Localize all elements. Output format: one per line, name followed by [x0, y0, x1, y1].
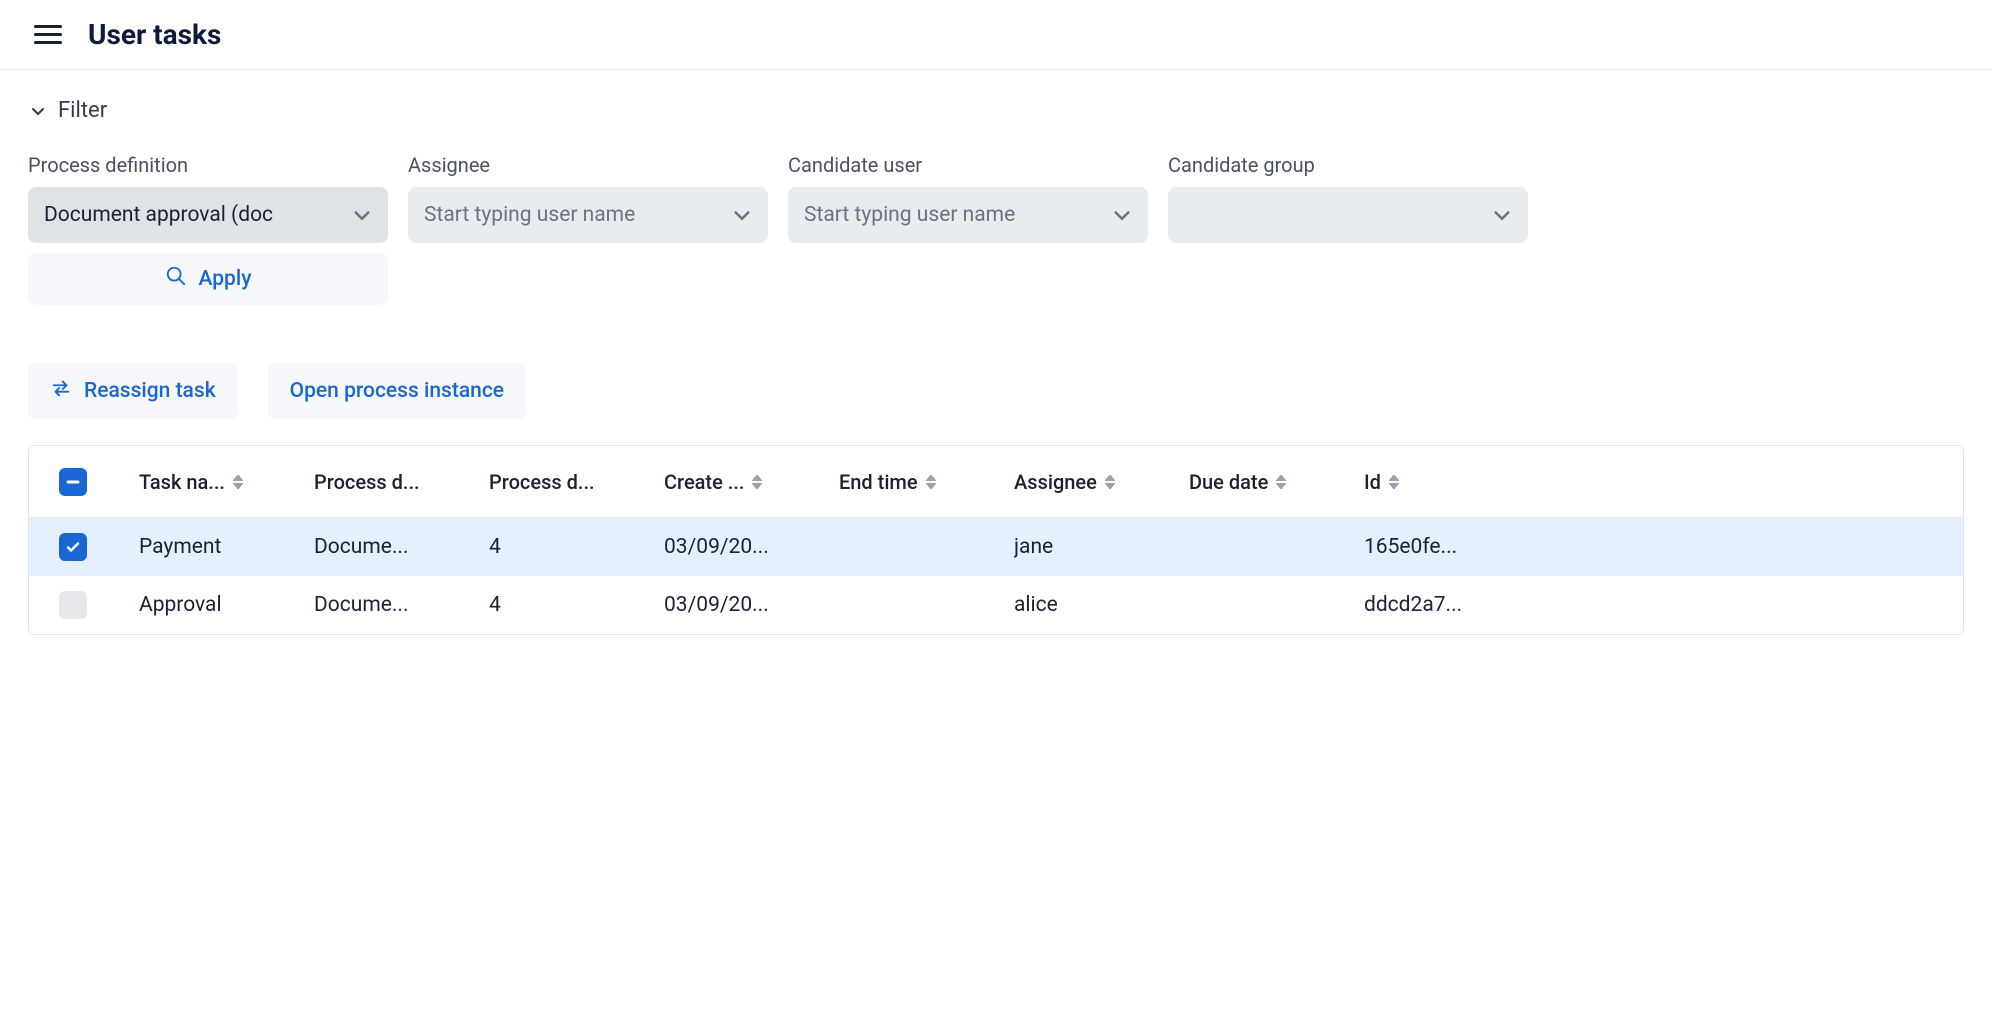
cell-task_name: Approval — [139, 579, 314, 631]
chevron-down-icon — [1112, 205, 1132, 225]
col-due[interactable]: Due date — [1189, 450, 1364, 514]
sort-icon — [1389, 475, 1399, 489]
cell-task_name: Payment — [139, 521, 314, 573]
col-process-def-ver[interactable]: Process d... — [489, 450, 664, 514]
filter-process-definition: Process definition Document approval (do… — [28, 153, 388, 305]
assignee-placeholder: Start typing user name — [424, 203, 635, 227]
cell-id: 165e0fe... — [1364, 521, 1963, 573]
cell-assignee: alice — [1014, 579, 1189, 631]
candidate-user-placeholder: Start typing user name — [804, 203, 1015, 227]
cell-id: ddcd2a7... — [1364, 579, 1963, 631]
filter-label-assignee: Assignee — [408, 153, 768, 177]
cell-process_def: Docume... — [314, 579, 489, 631]
select-all-cell — [29, 468, 139, 496]
filter-candidate-group: Candidate group — [1168, 153, 1528, 305]
apply-label: Apply — [199, 267, 252, 291]
cell-process_def_ver: 4 — [489, 579, 664, 631]
sort-icon — [926, 475, 936, 489]
row-checkbox[interactable] — [59, 533, 87, 561]
col-task-name[interactable]: Task na... — [139, 450, 314, 514]
cell-create: 03/09/20... — [664, 579, 839, 631]
cell-process_def: Docume... — [314, 521, 489, 573]
table-row[interactable]: PaymentDocume...403/09/20... jane 165e0fe.… — [29, 518, 1963, 576]
row-select-cell — [29, 591, 139, 619]
process-definition-value: Document approval (doc — [44, 203, 273, 227]
col-id[interactable]: Id — [1364, 450, 1963, 514]
chevron-down-icon — [1492, 205, 1512, 225]
table-row[interactable]: ApprovalDocume...403/09/20... alice ddcd2a… — [29, 576, 1963, 634]
candidate-group-select[interactable] — [1168, 187, 1528, 243]
row-select-cell — [29, 533, 139, 561]
col-assignee[interactable]: Assignee — [1014, 450, 1189, 514]
cell-due — [1189, 533, 1364, 561]
filter-label: Filter — [58, 98, 107, 123]
apply-button[interactable]: Apply — [28, 253, 388, 305]
actions-row: Reassign task Open process instance — [28, 363, 1964, 419]
sort-icon — [752, 475, 762, 489]
col-create[interactable]: Create ... — [664, 450, 839, 514]
cell-create: 03/09/20... — [664, 521, 839, 573]
chevron-down-icon — [732, 205, 752, 225]
filter-label-candidate-group: Candidate group — [1168, 153, 1528, 177]
content: Filter Process definition Document appro… — [0, 70, 1992, 675]
reassign-label: Reassign task — [84, 379, 216, 403]
sort-icon — [1105, 475, 1115, 489]
process-definition-select[interactable]: Document approval (doc — [28, 187, 388, 243]
chevron-down-icon — [352, 205, 372, 225]
topbar: User tasks — [0, 0, 1992, 70]
sort-icon — [1276, 475, 1286, 489]
filters-row: Process definition Document approval (do… — [28, 153, 1964, 305]
page-title: User tasks — [88, 18, 221, 51]
open-process-instance-button[interactable]: Open process instance — [268, 363, 526, 419]
swap-icon — [50, 377, 72, 405]
cell-process_def_ver: 4 — [489, 521, 664, 573]
cell-assignee: jane — [1014, 521, 1189, 573]
cell-end — [839, 591, 1014, 619]
assignee-select[interactable]: Start typing user name — [408, 187, 768, 243]
search-icon — [165, 265, 187, 293]
candidate-user-select[interactable]: Start typing user name — [788, 187, 1148, 243]
open-instance-label: Open process instance — [290, 379, 504, 403]
filter-toggle[interactable]: Filter — [28, 98, 1964, 123]
filter-label-candidate-user: Candidate user — [788, 153, 1148, 177]
filter-label-process-definition: Process definition — [28, 153, 388, 177]
col-process-def[interactable]: Process d... — [314, 450, 489, 514]
select-all-checkbox[interactable] — [59, 468, 87, 496]
chevron-down-icon — [30, 103, 46, 119]
row-checkbox[interactable] — [59, 591, 87, 619]
cell-end — [839, 533, 1014, 561]
filter-candidate-user: Candidate user Start typing user name — [788, 153, 1148, 305]
sort-icon — [233, 475, 243, 489]
table-header: Task na... Process d... Process d... Cre… — [29, 446, 1963, 518]
filter-assignee: Assignee Start typing user name — [408, 153, 768, 305]
menu-icon[interactable] — [34, 21, 62, 49]
table-body: PaymentDocume...403/09/20... jane 165e0fe.… — [29, 518, 1963, 634]
col-end[interactable]: End time — [839, 450, 1014, 514]
tasks-table: Task na... Process d... Process d... Cre… — [28, 445, 1964, 635]
reassign-task-button[interactable]: Reassign task — [28, 363, 238, 419]
cell-due — [1189, 591, 1364, 619]
